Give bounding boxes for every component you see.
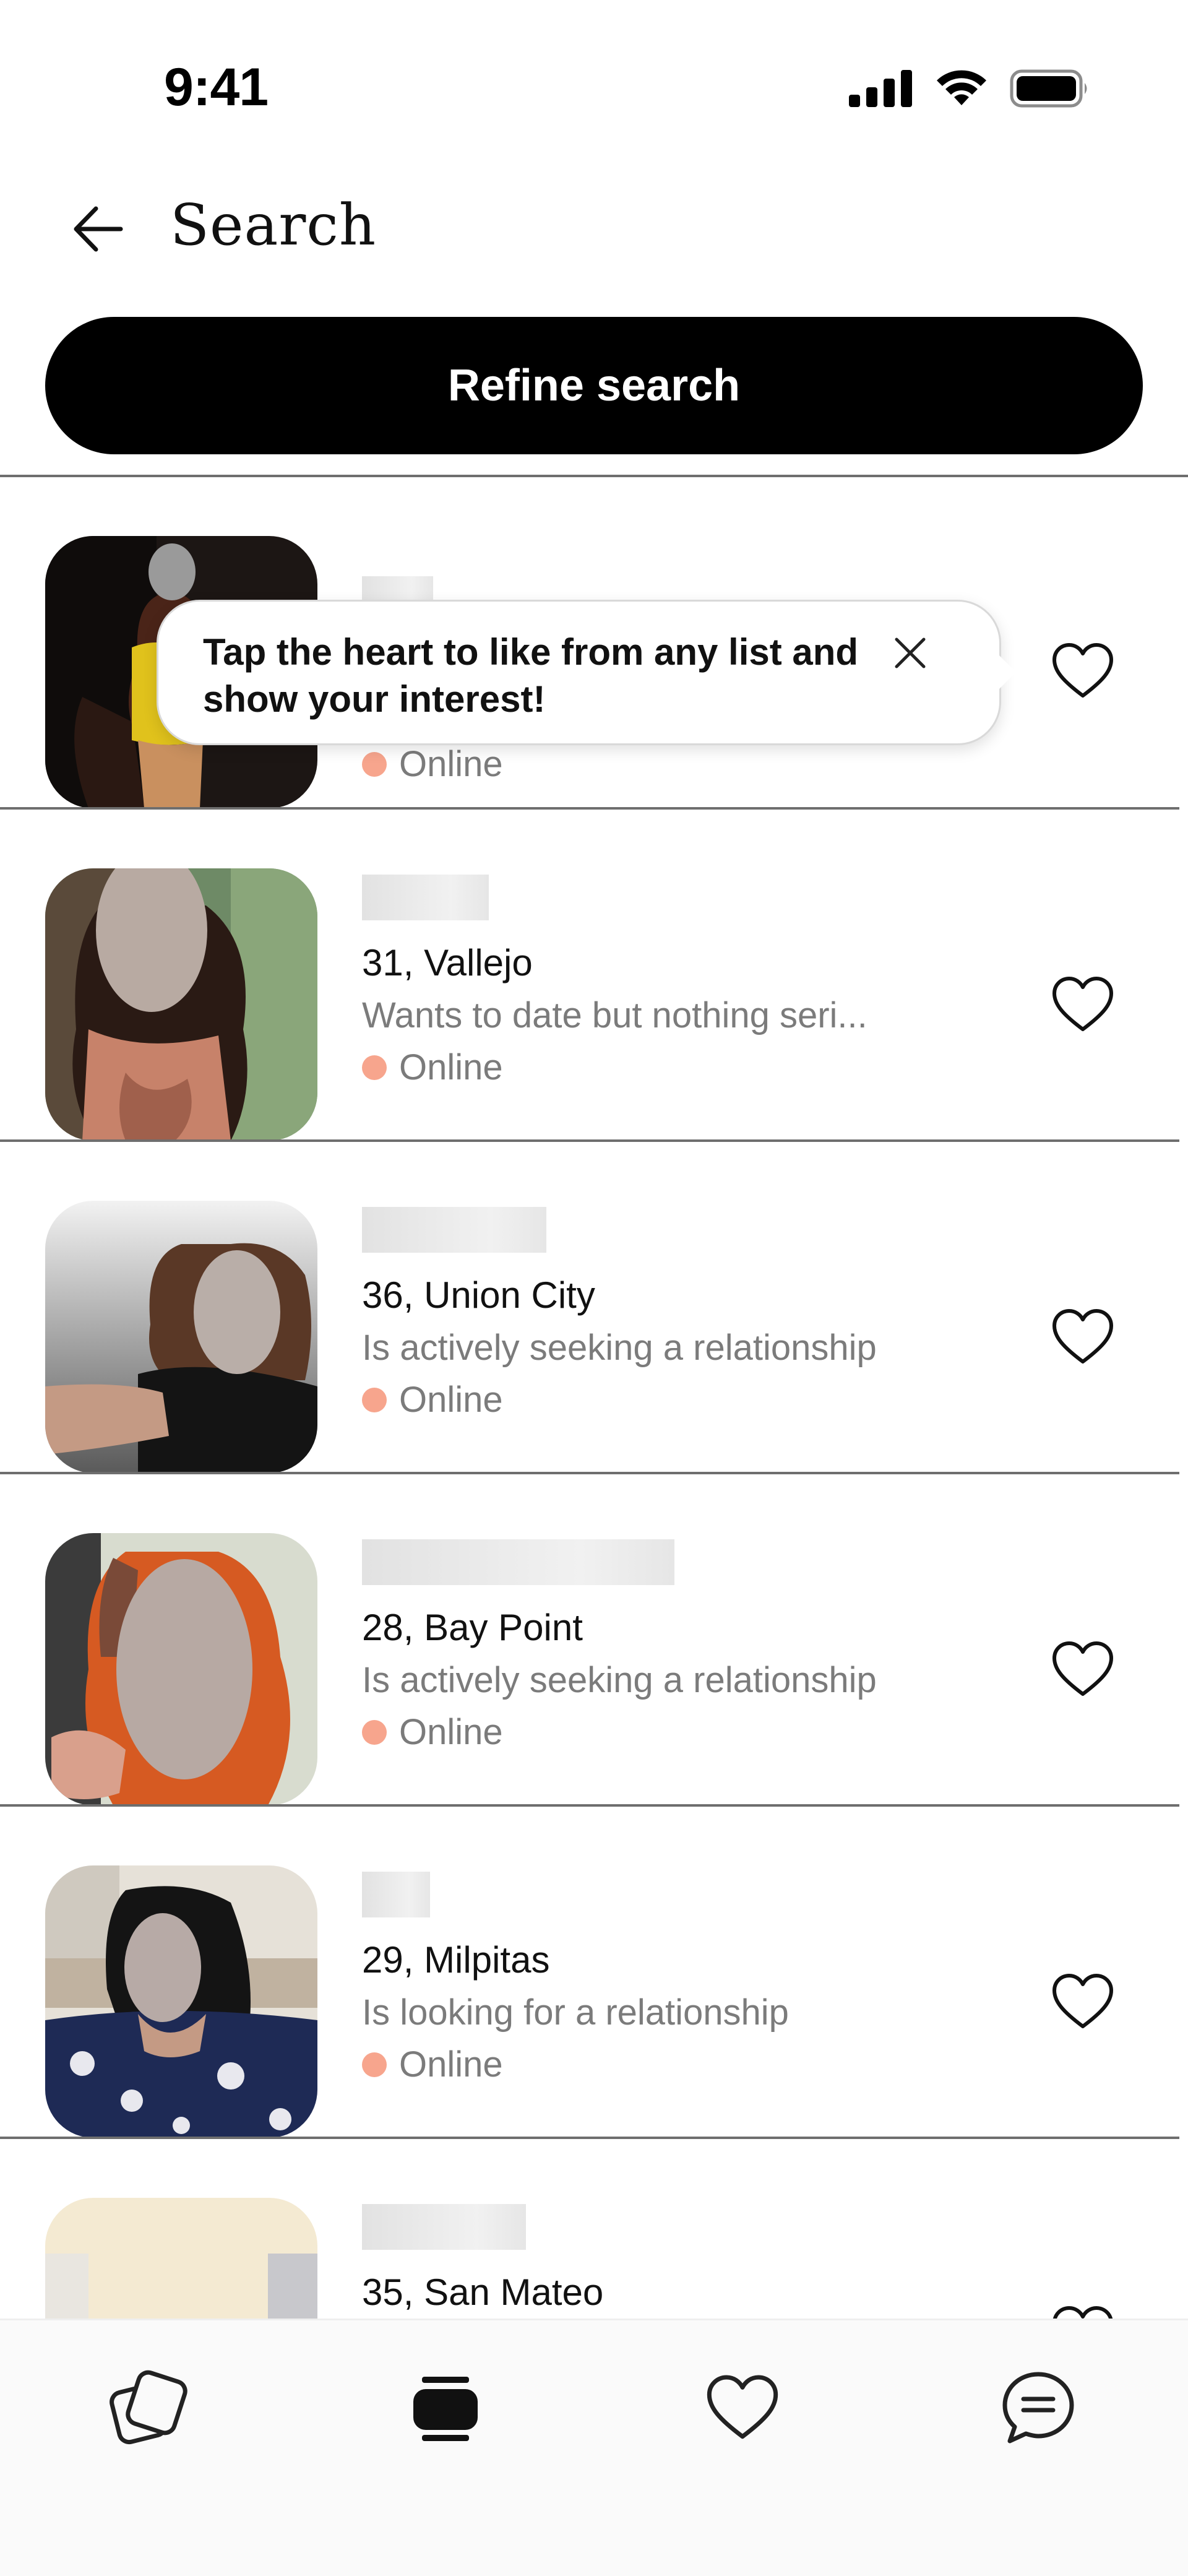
age-city: 31, Vallejo [362,942,533,983]
bottom-nav [0,2319,1188,2576]
online-dot [362,752,387,777]
tooltip-close-button[interactable] [882,625,938,681]
name-placeholder [362,1207,546,1253]
relationship-status: Is looking for a relationship [362,1992,789,2033]
like-button[interactable] [1046,1964,1120,2039]
heart-icon [1052,1641,1113,1696]
like-button[interactable] [1046,967,1120,1042]
cellular-signal-icon [849,70,912,107]
back-button[interactable] [67,198,129,260]
page-title: Search [170,192,377,258]
nav-messages[interactable] [992,2361,1085,2454]
like-button[interactable] [1046,2297,1120,2319]
heart-icon [1052,643,1113,698]
online-dot [362,1720,387,1745]
header: Search [0,173,1188,285]
heart-icon [1052,2306,1113,2319]
relationship-status: Is actively seeking a relationship [362,1328,877,1368]
nav-likes[interactable] [696,2361,789,2454]
online-label: Online [399,2044,503,2085]
online-dot [362,1388,387,1412]
relationship-status: Is actively seeking a relationship [362,1660,877,1700]
heart-icon [1052,1974,1113,2028]
close-icon [895,638,926,668]
list-item[interactable]: 28, Bay Point Is actively seeking a rela… [0,1474,1188,1807]
age-city: 35, San Mateo [362,2271,604,2313]
back-arrow-icon [74,206,123,252]
profile-photo[interactable] [45,1201,317,1473]
status-bar: 9:41 [0,0,1188,155]
tooltip-text: Tap the heart to like from any list and … [203,631,859,720]
relationship-status: Wants to date but nothing seri... [362,995,867,1035]
online-dot [362,1055,387,1080]
name-placeholder [362,2204,526,2250]
battery-icon [1010,69,1087,108]
tooltip-pointer [995,651,1016,693]
like-button[interactable] [1046,1300,1120,1374]
online-label: Online [399,1712,503,1752]
profile-photo[interactable] [45,1533,317,1805]
online-label: Online [399,1047,503,1087]
online-status: Online [362,2047,789,2083]
name-placeholder [362,1872,430,1917]
nav-discover[interactable] [101,2361,194,2454]
messages-chat-icon [1002,2372,1074,2444]
wifi-icon [937,70,986,105]
online-label: Online [399,744,503,784]
online-dot [362,2052,387,2077]
like-button[interactable] [1046,634,1120,708]
like-button[interactable] [1046,1632,1120,1706]
name-placeholder [362,1539,674,1585]
online-status: Online [362,1714,877,1750]
like-tooltip: Tap the heart to like from any list and … [157,600,1001,745]
nav-search[interactable] [399,2361,492,2454]
search-list-icon [413,2377,478,2441]
discover-cards-icon [110,2370,187,2445]
list-item[interactable]: 29, Milpitas Is looking for a relationsh… [0,1807,1188,2139]
online-status: Online [362,1050,867,1086]
status-time: 9:41 [164,58,269,117]
results-list: Online 31, Vallejo Wants to date but not… [0,477,1188,2319]
profile-photo[interactable] [45,1865,317,2138]
refine-search-button[interactable]: Refine search [45,317,1143,454]
age-city: 36, Union City [362,1274,595,1316]
age-city: 28, Bay Point [362,1607,583,1648]
list-item[interactable]: 36, Union City Is actively seeking a rel… [0,1142,1188,1474]
list-item[interactable]: 35, San Mateo [0,2139,1188,2319]
profile-photo[interactable] [45,868,317,1141]
heart-icon [1052,977,1113,1031]
online-status: Online [362,1382,877,1418]
heart-icon [1052,1309,1113,1364]
profile-photo[interactable] [45,2198,317,2319]
name-placeholder [362,875,489,920]
online-status: Online [362,746,503,782]
likes-heart-icon [707,2375,778,2439]
list-item[interactable]: 31, Vallejo Wants to date but nothing se… [0,810,1188,1142]
age-city: 29, Milpitas [362,1939,550,1981]
status-icons [849,67,1090,110]
online-label: Online [399,1380,503,1420]
